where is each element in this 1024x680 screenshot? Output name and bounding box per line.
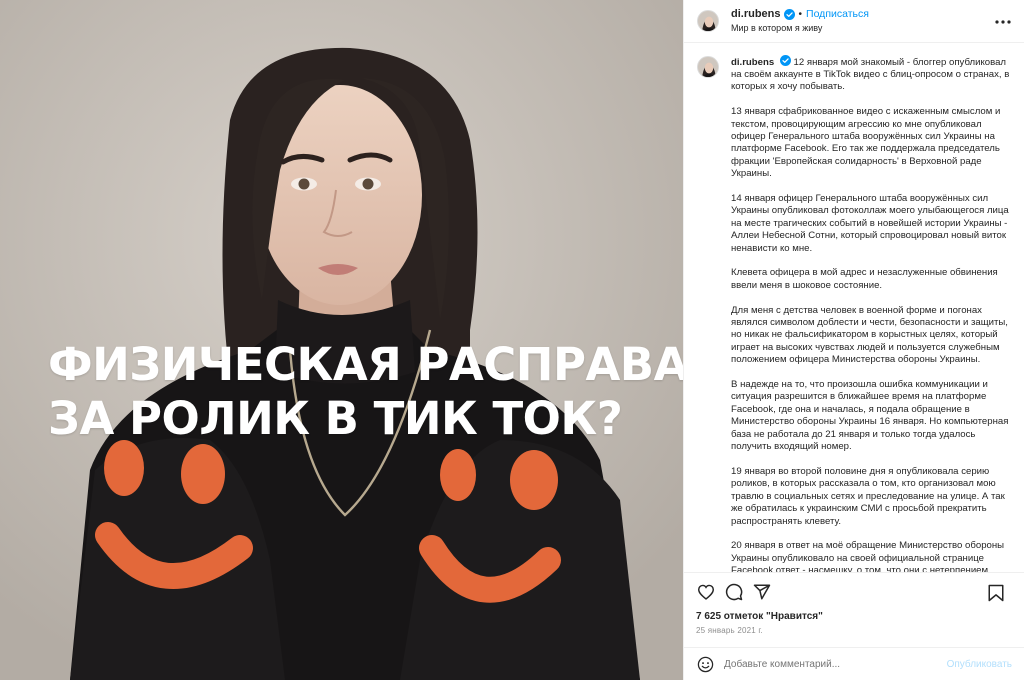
avatar[interactable] (697, 9, 719, 32)
caption-paragraph: 19 января во второй половине дня я опубл… (731, 465, 1005, 527)
instagram-post: Физическая расправа за ролик в Тик Ток? … (0, 0, 1024, 680)
comment-bar: Опубликовать (684, 647, 1024, 680)
comment-input[interactable] (724, 658, 947, 670)
caption-paragraph: В надежде на то, что произошла ошибка ко… (731, 379, 1009, 453)
header-line: di.rubens • Подписаться (731, 8, 869, 20)
caption-username[interactable]: di.rubens (731, 57, 774, 68)
emoji-icon[interactable] (696, 655, 714, 673)
caption-paragraph: 20 января в ответ на моё обращение Минис… (731, 540, 1005, 573)
caption-scroll-area[interactable]: di.rubens 12 января мой знакомый - блогг… (684, 43, 1024, 573)
share-icon[interactable] (752, 582, 772, 602)
caption-row: di.rubens 12 января мой знакомый - блогг… (697, 54, 1012, 573)
caption-paragraph: Для меня с детства человек в военной фор… (731, 304, 1008, 366)
post-side-panel: di.rubens • Подписаться Мир в котором я … (683, 0, 1024, 680)
caption-paragraph: di.rubens 12 января мой знакомый - блогг… (731, 54, 1012, 94)
more-options-icon[interactable] (994, 13, 1012, 31)
post-date[interactable]: 25 январь 2021 г. (684, 626, 1024, 635)
location-link[interactable]: Мир в котором я живу (731, 23, 869, 33)
likes-count[interactable]: 7 625 отметок "Нравится" (684, 611, 1024, 622)
overlay-headline: Физическая расправа за ролик в Тик Ток? (48, 338, 683, 446)
caption-avatar[interactable] (697, 55, 719, 78)
overlay-line-1: Физическая расправа (48, 338, 683, 391)
action-bar (684, 572, 1024, 611)
caption-paragraph: 13 января сфабрикованное видео с искажен… (731, 106, 1001, 180)
comment-icon[interactable] (724, 582, 744, 602)
heart-icon[interactable] (696, 582, 716, 602)
overlay-line-2: за ролик в Тик Ток? (48, 392, 623, 445)
post-header: di.rubens • Подписаться Мир в котором я … (684, 0, 1024, 43)
verified-badge-icon (779, 54, 791, 66)
post-image[interactable]: Физическая расправа за ролик в Тик Ток? (0, 0, 683, 680)
header-meta: di.rubens • Подписаться Мир в котором я … (731, 8, 869, 33)
verified-badge-icon (783, 8, 795, 20)
follow-button[interactable]: Подписаться (806, 8, 869, 20)
caption-paragraph: Клевета офицера в мой адрес и незаслужен… (731, 267, 998, 291)
bookmark-icon[interactable] (986, 583, 1006, 603)
username-link[interactable]: di.rubens (731, 8, 781, 20)
header-separator: • (798, 8, 803, 20)
caption-text: di.rubens 12 января мой знакомый - блогг… (731, 54, 1012, 573)
publish-button[interactable]: Опубликовать (947, 659, 1012, 670)
caption-paragraph: 14 января офицер Генерального штаба воор… (731, 193, 1009, 254)
